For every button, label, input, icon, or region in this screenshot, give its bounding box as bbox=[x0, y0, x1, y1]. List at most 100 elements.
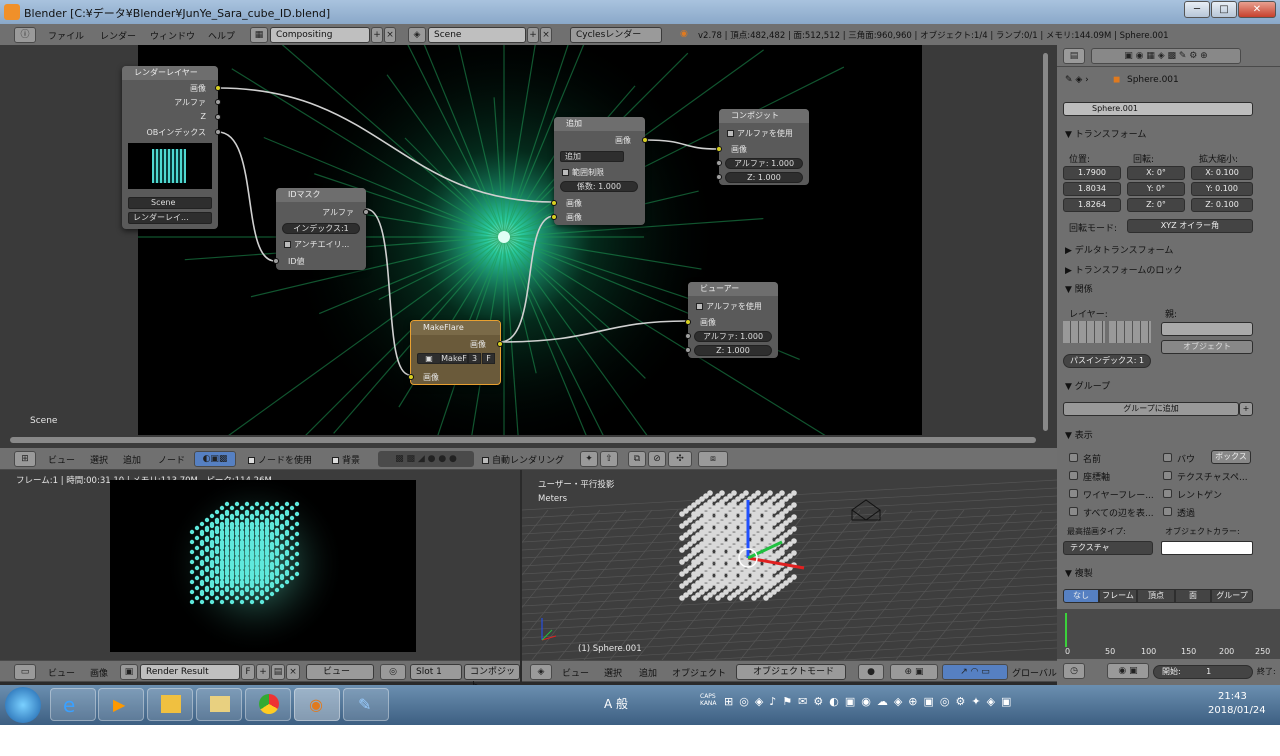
parent-type-select[interactable]: オブジェクト bbox=[1161, 340, 1253, 354]
socket-output[interactable] bbox=[642, 137, 648, 143]
socket-alpha[interactable] bbox=[716, 160, 722, 166]
scene-icon[interactable]: ◈ bbox=[408, 27, 426, 43]
transparency-checkbox[interactable] bbox=[1163, 507, 1172, 516]
editor-type-icon[interactable]: ▭ bbox=[14, 664, 36, 680]
dupli-verts-tab[interactable]: 頂点 bbox=[1137, 589, 1175, 603]
vertical-scrollbar[interactable] bbox=[1043, 53, 1048, 431]
socket-in-1[interactable] bbox=[551, 200, 557, 206]
pass-index-field[interactable]: パスインデックス: 1 bbox=[1063, 354, 1151, 368]
object-mode-select[interactable]: オブジェクトモード bbox=[736, 664, 846, 680]
info-editor-icon[interactable]: ⓘ bbox=[14, 27, 36, 43]
orientation-select[interactable]: グローバル bbox=[1012, 666, 1057, 679]
scene-field[interactable]: Scene bbox=[128, 197, 212, 209]
object-color-swatch[interactable] bbox=[1161, 541, 1253, 555]
transform-lock-toggle[interactable]: ▶ トランスフォームのロック bbox=[1065, 263, 1182, 276]
group-users[interactable]: 3 bbox=[468, 353, 481, 364]
rotation-y[interactable]: Y: 0° bbox=[1127, 182, 1185, 196]
node-viewer[interactable]: ビューアー アルファを使用 画像 アルファ: 1.000 Z: 1.000 bbox=[685, 282, 778, 358]
scale-z[interactable]: Z: 0.100 bbox=[1191, 198, 1253, 212]
keyframe-icons[interactable]: ◉ ▣ bbox=[1107, 663, 1149, 679]
backdrop-checkbox[interactable]: 背景 bbox=[332, 453, 360, 466]
image-editor[interactable]: フレーム:1 | 時間:00:31.10 | メモリ:113.70M、ピーク:1… bbox=[0, 470, 520, 660]
new-image-icon[interactable]: + bbox=[256, 664, 270, 680]
menu-add[interactable]: 追加 bbox=[639, 666, 657, 679]
display-toggle[interactable]: ▼ 表示 bbox=[1065, 428, 1093, 441]
media-player-icon[interactable]: ▶ bbox=[98, 688, 144, 721]
rotation-mode-select[interactable]: XYZ オイラー角 bbox=[1127, 219, 1253, 233]
object-name-field[interactable]: Sphere.001 bbox=[1063, 102, 1253, 116]
alpha-field[interactable]: アルファ: 1.000 bbox=[725, 158, 803, 169]
socket-id-value[interactable] bbox=[273, 258, 279, 264]
rotation-z[interactable]: Z: 0° bbox=[1127, 198, 1185, 212]
texture-space-checkbox[interactable] bbox=[1163, 471, 1172, 480]
group-name-field[interactable]: MakeF bbox=[440, 353, 468, 364]
menu-add[interactable]: 追加 bbox=[123, 453, 141, 466]
socket-in-2[interactable] bbox=[551, 214, 557, 220]
antialias-checkbox[interactable]: アンチエイリ... bbox=[284, 239, 349, 250]
fake-user-button[interactable]: F bbox=[482, 353, 495, 364]
node-tree-type-icon[interactable]: ◐▣▩ bbox=[194, 451, 236, 467]
3d-viewport[interactable]: ユーザー・平行投影 Meters (1) Sphere.001 bbox=[522, 470, 1057, 660]
dupli-none-tab[interactable]: なし bbox=[1063, 589, 1099, 603]
horizontal-scrollbar[interactable] bbox=[10, 437, 1036, 443]
use-alpha-checkbox[interactable]: アルファを使用 bbox=[727, 128, 793, 139]
scale-y[interactable]: Y: 0.100 bbox=[1191, 182, 1253, 196]
socket-image[interactable] bbox=[215, 85, 221, 91]
add-scene-icon[interactable]: + bbox=[527, 27, 539, 43]
menu-node[interactable]: ノード bbox=[158, 453, 185, 466]
render-icon[interactable]: ⧈ bbox=[698, 451, 728, 467]
menu-select[interactable]: 選択 bbox=[604, 666, 622, 679]
shading-icon[interactable]: ● bbox=[858, 664, 884, 680]
socket-alpha[interactable] bbox=[215, 99, 221, 105]
image-browse-icon[interactable]: ▣ bbox=[120, 664, 138, 680]
node-makeflare-group[interactable]: MakeFlare 画像 ▣ MakeF 3 F 画像 bbox=[408, 320, 503, 385]
x-ray-checkbox[interactable] bbox=[1163, 489, 1172, 498]
ie-icon[interactable]: e bbox=[50, 688, 96, 721]
show-bounds-checkbox[interactable] bbox=[1163, 453, 1172, 462]
pivot-icons[interactable]: ⊕ ▣ bbox=[890, 664, 938, 680]
render-engine-select[interactable]: Cyclesレンダー bbox=[570, 27, 662, 43]
layers-grid-1[interactable] bbox=[1063, 321, 1105, 343]
menu-image[interactable]: 画像 bbox=[90, 666, 108, 679]
scene-select[interactable]: Scene bbox=[428, 27, 526, 43]
add-layout-icon[interactable]: + bbox=[371, 27, 383, 43]
remove-scene-icon[interactable]: × bbox=[540, 27, 552, 43]
paint-icon[interactable]: ✎ bbox=[343, 688, 389, 721]
slot-select[interactable]: Slot 1 bbox=[410, 664, 462, 680]
editor-type-icon[interactable]: ⊞ bbox=[14, 451, 36, 467]
socket-image[interactable] bbox=[685, 319, 691, 325]
dupli-frames-tab[interactable]: フレーム bbox=[1099, 589, 1137, 603]
use-nodes-checkbox[interactable]: ノードを使用 bbox=[248, 453, 312, 466]
maximize-button[interactable]: □ bbox=[1211, 1, 1237, 18]
snap-icon[interactable]: ✦ bbox=[580, 451, 598, 467]
manipulator-icons[interactable]: ↗ ◠ ▭ bbox=[942, 664, 1008, 680]
show-name-checkbox[interactable] bbox=[1069, 453, 1078, 462]
layout-select[interactable]: Compositing bbox=[270, 27, 370, 43]
display-channels-icon[interactable]: ◎ bbox=[380, 664, 406, 680]
editor-type-icon[interactable]: ◈ bbox=[530, 664, 552, 680]
scale-x[interactable]: X: 0.100 bbox=[1191, 166, 1253, 180]
blend-mode-select[interactable]: 追加 bbox=[560, 151, 624, 162]
copy-icon[interactable]: ⧉ bbox=[628, 451, 646, 467]
menu-help[interactable]: ヘルプ bbox=[208, 29, 235, 42]
menu-window[interactable]: ウィンドウ bbox=[150, 29, 195, 42]
socket-image[interactable] bbox=[716, 146, 722, 152]
add-to-group-button[interactable]: グループに追加 bbox=[1063, 402, 1239, 416]
groups-toggle[interactable]: ▼ グループ bbox=[1065, 379, 1110, 392]
parent-icon[interactable]: ⇧ bbox=[600, 451, 618, 467]
fake-user-button[interactable]: F bbox=[241, 664, 255, 680]
index-field[interactable]: インデックス:1 bbox=[282, 223, 360, 234]
folder-icon[interactable] bbox=[196, 688, 242, 721]
view-select[interactable]: ビュー bbox=[306, 664, 374, 680]
relations-toggle[interactable]: ▼ 関係 bbox=[1065, 282, 1093, 295]
use-alpha-checkbox[interactable]: アルファを使用 bbox=[696, 301, 762, 312]
bounds-type-select[interactable]: ボックス bbox=[1211, 450, 1251, 464]
socket-z[interactable] bbox=[716, 174, 722, 180]
chrome-icon[interactable] bbox=[245, 688, 291, 721]
menu-file[interactable]: ファイル bbox=[48, 29, 84, 42]
editor-type-icon[interactable]: ▤ bbox=[1063, 48, 1085, 64]
unlink-image-icon[interactable]: × bbox=[286, 664, 300, 680]
minimize-button[interactable]: ─ bbox=[1184, 1, 1210, 18]
layer-field[interactable]: レンダーレイ... bbox=[128, 212, 212, 224]
pass-select[interactable]: コンポジット bbox=[464, 664, 520, 691]
